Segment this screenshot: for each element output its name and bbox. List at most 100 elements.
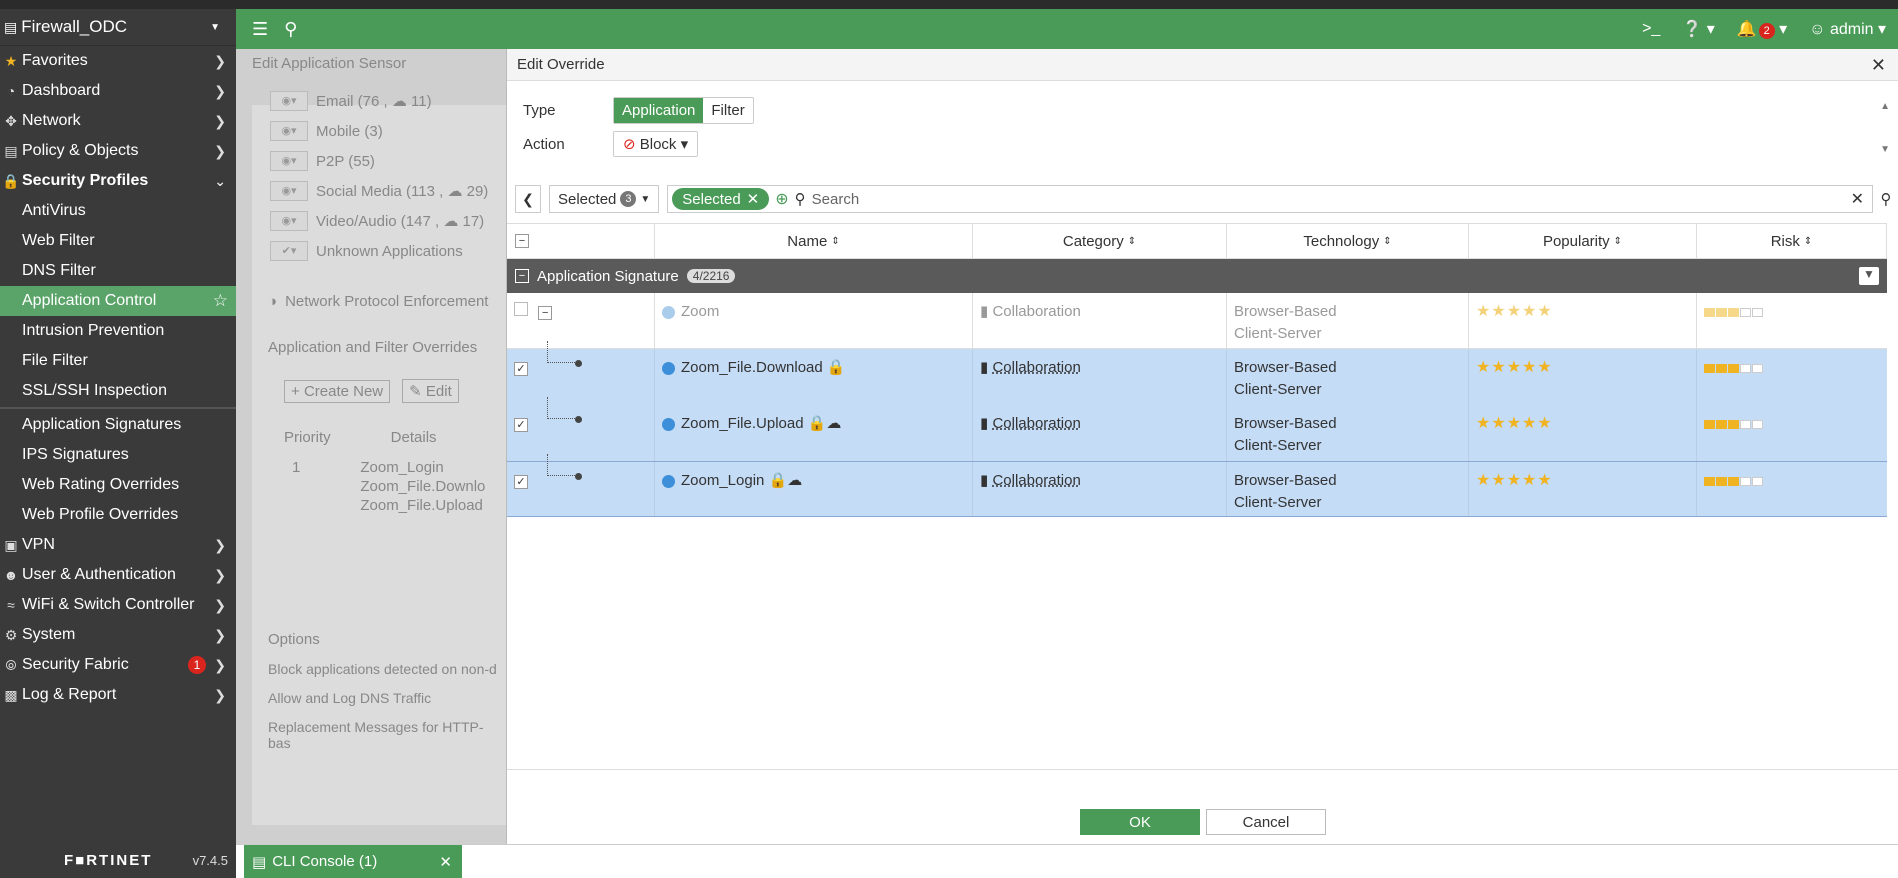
sidebar-item-label: Dashboard	[22, 82, 101, 99]
sidebar-sub-application-control[interactable]: Application Control ☆	[0, 286, 236, 316]
sidebar-item-user-auth[interactable]: ☻ User & Authentication ❯	[0, 560, 236, 590]
column-header-category[interactable]: Category ⇕	[973, 224, 1227, 258]
sidebar-item-favorites[interactable]: ★ Favorites ❯	[0, 46, 236, 76]
sidebar-item-wifi-switch[interactable]: ≈ WiFi & Switch Controller ❯	[0, 590, 236, 620]
option-text: Block applications detected on non-d	[268, 661, 497, 677]
scroll-down-icon[interactable]: ▼	[1880, 144, 1890, 155]
group-header[interactable]: − Application Signature 4/2216 ▼	[507, 259, 1887, 293]
close-icon[interactable]: ✕	[439, 853, 452, 871]
filter-bar: ❮ Selected 3 ▼ Selected ✕ ⊕ ⚲ Search ✕ ⚲	[515, 184, 1898, 214]
cli-icon[interactable]: >_	[1642, 20, 1660, 38]
cli-console-tab[interactable]: ▤ CLI Console (1) ✕	[244, 845, 462, 878]
folder-icon: ▮	[980, 415, 989, 432]
category-value[interactable]: Collaboration	[992, 415, 1080, 432]
back-button[interactable]: ❮	[515, 185, 541, 213]
row-checkbox-checked[interactable]: ✓	[514, 418, 528, 432]
technology-value: Client-Server	[1234, 381, 1322, 398]
sidebar-item-policy[interactable]: ▤ Policy & Objects ❯	[0, 136, 236, 166]
filter-icon[interactable]: ▼	[1859, 267, 1879, 285]
category-label: Video/Audio (147 , ☁ 17)	[316, 213, 485, 230]
action-dropdown[interactable]: ⊘ Block ▾	[613, 131, 699, 157]
bell-icon[interactable]: 🔔 2 ▾	[1737, 19, 1787, 39]
selected-dropdown[interactable]: Selected 3 ▼	[549, 185, 660, 213]
sidebar-item-vpn[interactable]: ▣ VPN ❯	[0, 530, 236, 560]
sidebar-item-network[interactable]: ✥ Network ❯	[0, 106, 236, 136]
row-checkbox-checked[interactable]: ✓	[514, 362, 528, 376]
scroll-up-icon[interactable]: ▲	[1880, 101, 1890, 112]
sidebar-item-dashboard[interactable]: ◔ Dashboard ❯	[0, 76, 236, 106]
search-input[interactable]: Search	[812, 191, 860, 208]
sidebar-sub-web-rating-overrides[interactable]: Web Rating Overrides	[0, 470, 236, 500]
star-outline-icon[interactable]: ☆	[213, 291, 228, 311]
sidebar-item-security-fabric[interactable]: ⦾ Security Fabric 1 ❯	[0, 650, 236, 680]
select-all-checkbox[interactable]: −	[515, 234, 529, 248]
sidebar-sub-application-signatures[interactable]: Application Signatures	[0, 410, 236, 440]
technology-value: Browser-Based	[1234, 472, 1337, 489]
table-row[interactable]: − Zoom ▮ Collaboration Browser-Based Clie…	[507, 293, 1887, 349]
user-menu[interactable]: ☺ admin ▾	[1809, 19, 1886, 39]
search-button-icon[interactable]: ⚲	[1873, 190, 1898, 208]
sidebar-item-security-profiles[interactable]: 🔒 Security Profiles ⌄	[0, 166, 236, 196]
chip-close-icon[interactable]: ✕	[747, 190, 760, 208]
table-row[interactable]: ✓ Zoom_File.Upload 🔒☁ ▮ Collaboration Br…	[507, 397, 1887, 461]
type-row: Type Application Filter	[523, 97, 754, 124]
fabric-icon: ⦾	[5, 656, 17, 673]
hamburger-menu-icon[interactable]: ☰	[252, 19, 268, 40]
table-row[interactable]: ✓ Zoom_File.Download 🔒 ▮ Collaboration B…	[507, 341, 1887, 405]
category-cell: ▮ Collaboration	[973, 349, 1227, 405]
row-checkbox-checked[interactable]: ✓	[514, 475, 528, 489]
sidebar-sub-web-profile-overrides[interactable]: Web Profile Overrides	[0, 500, 236, 530]
sidebar-sub-intrusion-prevention[interactable]: Intrusion Prevention	[0, 316, 236, 346]
technology-value: Browser-Based	[1234, 359, 1337, 376]
app-icon	[662, 361, 675, 375]
technology-value: Browser-Based	[1234, 415, 1337, 432]
sidebar-sub-ssl-inspection[interactable]: SSL/SSH Inspection	[0, 376, 236, 406]
user-icon: ☺	[1809, 21, 1826, 38]
help-icon[interactable]: ❔ ▾	[1682, 19, 1714, 39]
column-label: Risk	[1770, 232, 1800, 250]
popularity-cell: ★★★★★	[1469, 293, 1697, 348]
sidebar-item-log-report[interactable]: ▩ Log & Report ❯	[0, 680, 236, 710]
cloud-icon: ☁	[826, 415, 842, 432]
chevron-right-icon: ❯	[214, 656, 226, 673]
close-icon[interactable]: ✕	[1871, 55, 1886, 76]
device-selector[interactable]: ▤ Firewall_ODC ▼	[0, 9, 236, 46]
tree-connector	[547, 341, 575, 363]
ok-button[interactable]: OK	[1080, 809, 1200, 835]
type-application-option[interactable]: Application	[614, 98, 704, 123]
sidebar-sub-ips-signatures[interactable]: IPS Signatures	[0, 440, 236, 470]
search-field[interactable]: Selected ✕ ⊕ ⚲ Search ✕	[667, 185, 1873, 213]
tree-node-icon	[575, 360, 582, 367]
column-header-technology[interactable]: Technology ⇕	[1227, 224, 1469, 258]
search-icon[interactable]: ⚲	[284, 19, 297, 40]
column-header-popularity[interactable]: Popularity ⇕	[1469, 224, 1697, 258]
category-row: ◉▾ P2P (55)	[270, 151, 375, 171]
clear-search-icon[interactable]: ✕	[1851, 189, 1864, 209]
app-icon	[662, 417, 675, 431]
table-row[interactable]: ✓ Zoom_Login 🔒☁ ▮ Collaboration Browser-…	[507, 454, 1887, 517]
add-filter-icon[interactable]: ⊕	[775, 189, 788, 209]
sidebar-sub-web-filter[interactable]: Web Filter	[0, 226, 236, 256]
type-filter-option[interactable]: Filter	[703, 98, 752, 123]
risk-meter	[1704, 363, 1763, 373]
dialog-divider	[507, 769, 1898, 770]
cancel-button[interactable]: Cancel	[1206, 809, 1326, 835]
sidebar-sub-label: Application Control	[22, 292, 157, 309]
category-value[interactable]: Collaboration	[992, 359, 1080, 376]
group-collapse-icon[interactable]: −	[515, 269, 529, 283]
chevron-down-icon: ▼	[640, 193, 651, 205]
row-checkbox[interactable]	[514, 302, 528, 316]
column-header-risk[interactable]: Risk ⇕	[1697, 224, 1887, 258]
category-value[interactable]: Collaboration	[992, 472, 1080, 489]
column-label: Name	[787, 232, 828, 250]
lock-icon: 🔒	[768, 472, 788, 489]
tree-collapse-icon[interactable]: −	[538, 306, 553, 320]
selected-filter-chip[interactable]: Selected ✕	[672, 188, 770, 210]
sidebar-sub-dns-filter[interactable]: DNS Filter	[0, 256, 236, 286]
sidebar-sub-file-filter[interactable]: File Filter	[0, 346, 236, 376]
sidebar-item-system[interactable]: ⚙ System ❯	[0, 620, 236, 650]
signature-table: − Name ⇕ Category ⇕ Technology ⇕ Popularity…	[507, 223, 1887, 517]
column-header-name[interactable]: Name ⇕	[655, 224, 973, 258]
sidebar-sub-antivirus[interactable]: AntiVirus	[0, 196, 236, 226]
category-row: ✔▾ Unknown Applications	[270, 241, 463, 261]
